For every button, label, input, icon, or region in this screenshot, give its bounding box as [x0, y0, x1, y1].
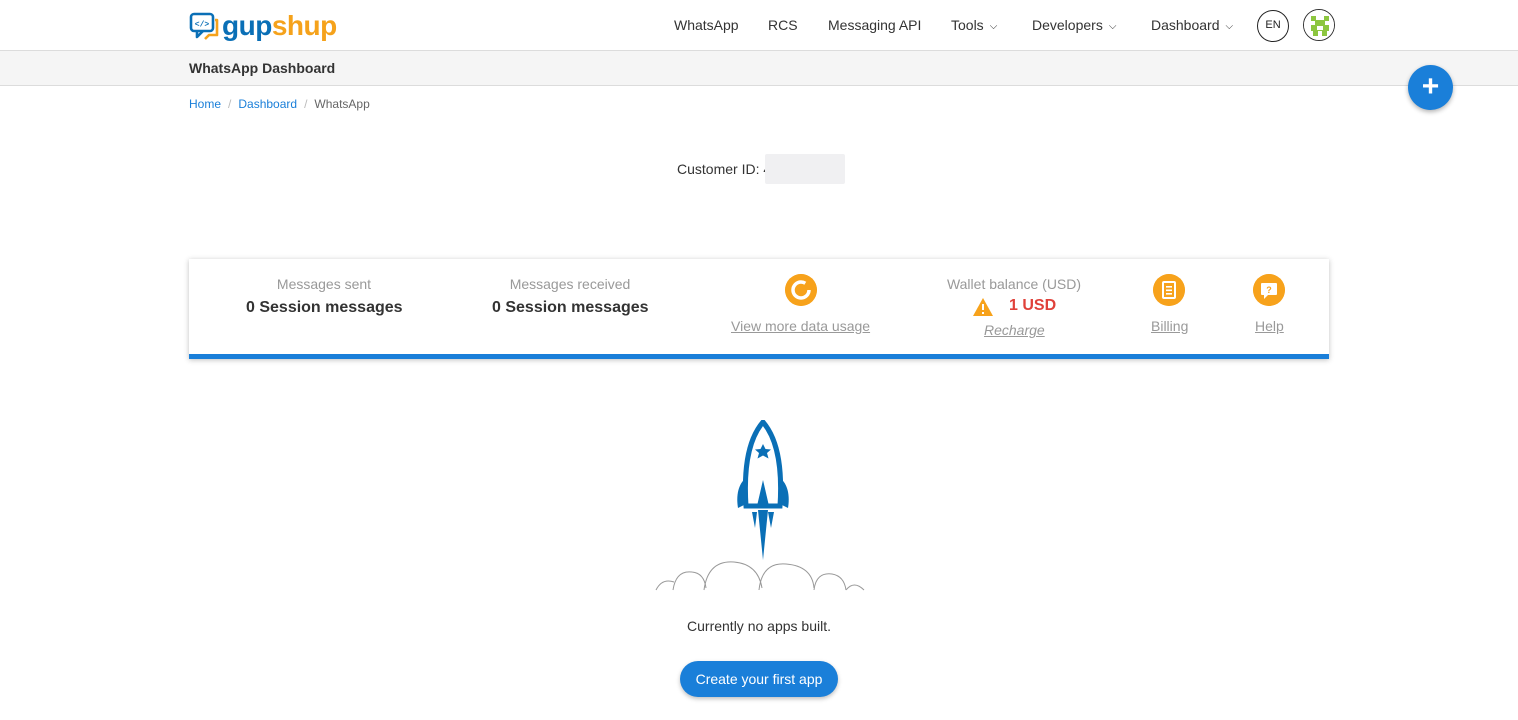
billing-link[interactable]: Billing — [1151, 318, 1188, 334]
create-first-app-button[interactable]: Create your first app — [680, 661, 838, 697]
user-avatar-icon — [1304, 10, 1334, 40]
messages-received-stat: Messages received 0 Session messages — [492, 276, 649, 317]
breadcrumb-current: WhatsApp — [314, 97, 370, 111]
messages-sent-stat: Messages sent 0 Session messages — [246, 276, 403, 317]
messages-received-value: 0 Session messages — [492, 299, 649, 316]
nav-rcs[interactable]: RCS — [768, 17, 798, 33]
nav-dashboard-label: Dashboard — [1151, 17, 1220, 33]
messages-sent-label: Messages sent — [276, 276, 372, 292]
svg-text:</>: </> — [195, 21, 210, 30]
page-title: WhatsApp Dashboard — [189, 60, 336, 76]
stats-card: Messages sent 0 Session messages Message… — [189, 259, 1329, 359]
brand-wordmark: gupshup — [222, 11, 337, 41]
avatar[interactable] — [1303, 9, 1335, 41]
language-selector[interactable]: EN — [1257, 10, 1289, 42]
customer-id: Customer ID: 4 — [677, 161, 771, 177]
refresh-icon[interactable] — [785, 274, 817, 306]
help-link[interactable]: Help — [1255, 318, 1284, 334]
chevron-down-icon: ⌵ — [989, 21, 998, 32]
breadcrumb-separator: / — [228, 97, 232, 111]
warning-icon — [973, 298, 993, 316]
recharge-link[interactable]: Recharge — [984, 322, 1045, 338]
breadcrumb-separator: / — [304, 97, 308, 111]
customer-id-redacted — [765, 154, 845, 184]
page-subheader: WhatsApp Dashboard — [0, 51, 1518, 86]
plus-icon: + — [1421, 70, 1440, 103]
breadcrumb-dashboard[interactable]: Dashboard — [238, 97, 297, 111]
nav-developers-label: Developers — [1032, 17, 1103, 33]
svg-text:?: ? — [1266, 285, 1272, 295]
top-navbar: </> gupshup WhatsApp RCS Messaging API T… — [0, 0, 1518, 51]
gupshup-logo[interactable]: </> gupshup — [189, 10, 337, 42]
breadcrumb: Home / Dashboard / WhatsApp — [189, 97, 370, 111]
empty-state-message: Currently no apps built. — [687, 618, 831, 634]
help-icon[interactable]: ? — [1253, 274, 1285, 306]
messages-received-label: Messages received — [509, 276, 631, 292]
nav-whatsapp[interactable]: WhatsApp — [674, 17, 739, 33]
wallet-balance-value: 1 USD — [1009, 297, 1057, 314]
brand-part-1: gup — [222, 10, 272, 41]
billing-icon[interactable] — [1153, 274, 1185, 306]
nav-messaging-api[interactable]: Messaging API — [828, 17, 921, 33]
wallet-balance-label: Wallet balance (USD) — [946, 276, 1082, 292]
nav-dashboard[interactable]: Dashboard ⌵ — [1151, 17, 1233, 33]
chevron-down-icon: ⌵ — [1225, 21, 1234, 32]
view-data-usage-link[interactable]: View more data usage — [731, 318, 870, 334]
brand-part-2: shup — [271, 10, 337, 41]
rocket-illustration — [655, 420, 865, 591]
chevron-down-icon: ⌵ — [1108, 21, 1117, 32]
wallet-balance-stat: Wallet balance (USD) — [941, 276, 1087, 292]
messages-sent-value: 0 Session messages — [246, 299, 403, 316]
breadcrumb-home[interactable]: Home — [189, 97, 221, 111]
customer-id-label: Customer ID: — [677, 161, 764, 177]
nav-developers[interactable]: Developers ⌵ — [1032, 17, 1116, 33]
nav-tools-label: Tools — [951, 17, 984, 33]
chat-code-icon: </> — [189, 12, 219, 40]
nav-tools[interactable]: Tools ⌵ — [951, 17, 997, 33]
add-fab-button[interactable]: + — [1408, 65, 1453, 110]
